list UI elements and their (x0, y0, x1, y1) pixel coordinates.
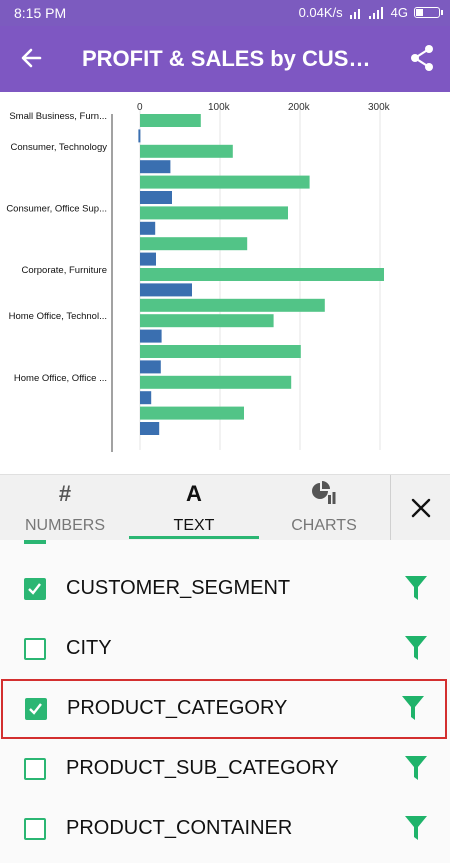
bar-chart: 0 100k 200k 300k Small Business, Furn... Cons… (6, 102, 391, 452)
filter-icon[interactable] (404, 575, 428, 601)
close-icon (411, 498, 430, 518)
field-label: CUSTOMER_SEGMENT (66, 577, 291, 599)
share-icon[interactable] (404, 40, 440, 76)
field-row-product-category[interactable]: PRODUCT_CATEGORY (1, 679, 447, 739)
tab-charts[interactable]: CHARTS (259, 475, 389, 541)
field-checkbox[interactable] (24, 818, 46, 840)
field-checkbox[interactable] (25, 698, 47, 720)
bar-green (140, 144, 233, 158)
text-icon: A (186, 481, 202, 506)
network-speed: 0.04K/s (298, 5, 343, 20)
bar-green (140, 406, 244, 420)
active-tab-indicator (129, 536, 259, 539)
field-list: CUSTOMER_SEGMENT CITY PRODUCT_CATEGORY P… (0, 540, 450, 863)
bar-green (140, 314, 274, 328)
bar-blue (140, 329, 162, 343)
field-row-product-sub-category[interactable]: PRODUCT_SUB_CATEGORY (0, 739, 450, 799)
y-category-label: Home Office, Technol... (9, 311, 107, 322)
x-tick-label: 100k (208, 102, 231, 113)
y-category-label: Consumer, Technology (11, 142, 108, 153)
close-button[interactable] (391, 475, 450, 541)
bar-chart-panel: 0 100k 200k 300k Small Business, Furn... Cons… (0, 92, 450, 474)
chart-icon (259, 481, 389, 507)
x-tick-label: 300k (368, 102, 391, 113)
hash-icon: # (58, 481, 72, 506)
x-tick-label: 200k (288, 102, 311, 113)
bar-blue (140, 422, 160, 435)
bar-blue (140, 191, 172, 204)
back-arrow-icon[interactable] (14, 40, 50, 76)
signal-icon (349, 8, 360, 19)
bar-green (140, 114, 201, 127)
y-category-label: Home Office, Office ... (14, 373, 107, 384)
filter-icon[interactable] (404, 635, 428, 661)
bar-blue (138, 129, 141, 143)
battery-icon (414, 7, 443, 18)
field-row-product-container[interactable]: PRODUCT_CONTAINER (0, 799, 450, 859)
bar-green (140, 237, 248, 251)
filter-icon[interactable] (404, 755, 428, 781)
status-time: 8:15 PM (14, 5, 67, 21)
status-right: 0.04K/s 4G (298, 5, 443, 20)
tab-bar: # NUMBERS A TEXT CHARTS (0, 474, 450, 541)
field-label: PRODUCT_CATEGORY (67, 697, 288, 719)
bar-green (140, 345, 301, 358)
checkmark-icon (29, 703, 42, 715)
bar-blue (140, 252, 156, 266)
bar-blue (140, 221, 156, 235)
field-label: PRODUCT_CONTAINER (66, 817, 293, 839)
x-tick-label: 0 (137, 102, 143, 113)
bar-blue (140, 360, 161, 374)
filter-icon[interactable] (404, 815, 428, 841)
checkmark-icon (28, 583, 41, 595)
signal-bars-icon (368, 6, 383, 19)
tab-numbers[interactable]: # NUMBERS (0, 475, 130, 541)
pie-bar-chart-icon (312, 481, 336, 504)
bar-blue (140, 160, 171, 174)
list-scroll-peek (24, 540, 46, 544)
field-checkbox[interactable] (24, 758, 46, 780)
bar-green (140, 298, 325, 312)
y-category-label: Small Business, Furn... (9, 111, 107, 122)
y-category-label: Consumer, Office Sup... (6, 203, 107, 214)
field-label: CITY (66, 637, 112, 659)
bar-green (140, 268, 384, 281)
tab-text-label: TEXT (173, 517, 215, 534)
filter-icon[interactable] (401, 695, 425, 721)
field-checkbox[interactable] (24, 638, 46, 660)
y-category-label: Corporate, Furniture (21, 265, 107, 276)
bar-green (140, 206, 288, 220)
field-label: PRODUCT_SUB_CATEGORY (66, 757, 339, 779)
field-checkbox[interactable] (24, 578, 46, 600)
bar-blue (140, 283, 192, 297)
field-row-city[interactable]: CITY (0, 619, 450, 679)
tab-text[interactable]: A TEXT (129, 475, 259, 541)
status-bar: 8:15 PM 0.04K/s 4G (0, 0, 450, 26)
network-type: 4G (390, 5, 408, 20)
tab-numbers-label: NUMBERS (24, 517, 105, 534)
battery-fill (416, 9, 424, 16)
bar-blue (140, 391, 152, 405)
tab-charts-label: CHARTS (291, 517, 357, 534)
page-title: PROFIT & SALES by CUSTOMER_SEGMENT, PROD… (82, 46, 382, 71)
app-bar: PROFIT & SALES by CUSTOMER_SEGMENT, PROD… (0, 26, 450, 92)
bar-green (140, 375, 292, 389)
bar-green (140, 175, 310, 189)
field-row-customer-segment[interactable]: CUSTOMER_SEGMENT (0, 559, 450, 619)
